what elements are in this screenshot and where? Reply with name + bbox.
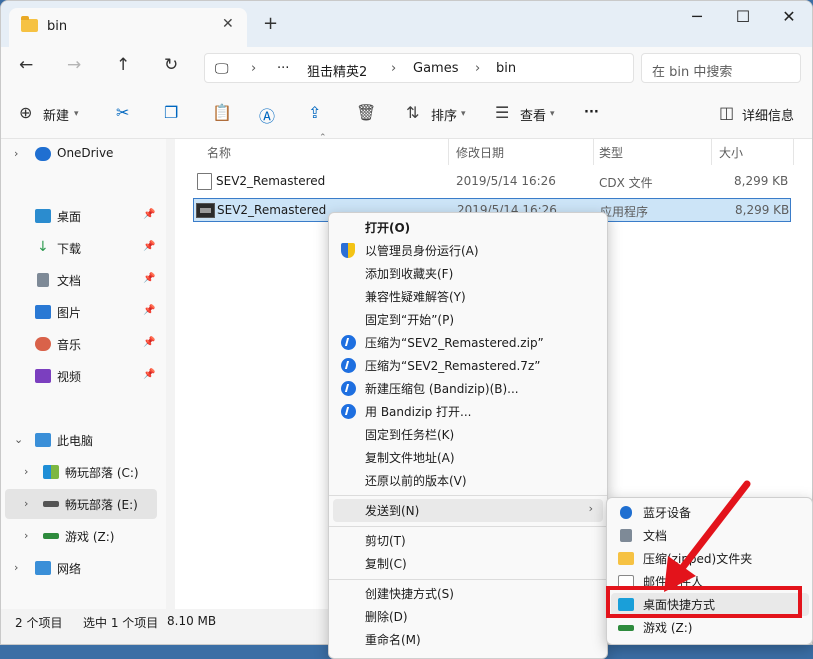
annotation-arrow-icon (664, 480, 751, 592)
annotation-arrow-shaft (672, 480, 751, 580)
